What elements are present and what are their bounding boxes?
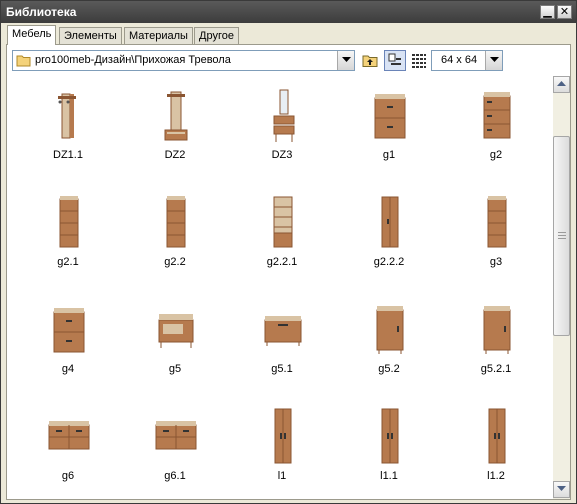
library-item[interactable]: g2 <box>446 76 546 176</box>
item-label: g1 <box>382 149 396 161</box>
library-window: Библиотека ▁ ✕ Мебель Элементы Материалы… <box>0 0 577 504</box>
thumbnail-size-combo[interactable]: 64 x 64 <box>431 50 503 71</box>
tall-drawer-chest-icon <box>48 193 90 253</box>
item-label: g2.2 <box>164 256 186 268</box>
item-label: g4 <box>61 363 75 375</box>
item-label: g3 <box>489 256 503 268</box>
item-label: l1.2 <box>487 470 505 482</box>
wide-dresser-icon <box>155 407 197 467</box>
toolbar: pro100meb-Дизайн\Прихожая Тревола 64 x 6… <box>7 45 570 75</box>
minimize-button[interactable]: ▁ <box>540 5 555 19</box>
shoe-bench-icon <box>155 300 197 360</box>
tall-wardrobe-icon <box>262 407 304 467</box>
items-grid: DZ1.1 DZ2 DZ3 g1 g2 g2.1 g2.2 g2.2.1 g2.… <box>8 76 553 498</box>
library-item[interactable]: g2.2.1 <box>232 183 332 283</box>
title-bar[interactable]: Библиотека ▁ ✕ <box>1 1 576 23</box>
low-cabinet-icon <box>262 300 304 360</box>
tab-materials[interactable]: Материалы <box>124 27 193 44</box>
window-title: Библиотека <box>6 5 77 19</box>
library-item[interactable]: l1.2 <box>446 397 546 497</box>
two-drawer-cabinet-icon <box>369 86 411 146</box>
item-label: g5.1 <box>271 363 293 375</box>
tab-other[interactable]: Другое <box>194 27 239 44</box>
arrow-down-icon <box>557 486 566 491</box>
item-label: g2.2.1 <box>266 256 298 268</box>
item-label: g6.1 <box>164 470 186 482</box>
up-folder-button[interactable] <box>359 50 381 71</box>
door-cabinet-icon <box>476 300 518 360</box>
hallway-hanger-icon <box>155 86 197 146</box>
item-label: g5.2 <box>378 363 400 375</box>
library-item[interactable]: g2.2.2 <box>339 183 439 283</box>
chevron-down-icon <box>341 57 351 62</box>
library-item[interactable]: g1 <box>339 76 439 176</box>
library-item[interactable]: g5.2 <box>339 290 439 390</box>
library-item[interactable]: g2.1 <box>18 183 118 283</box>
scroll-thumb[interactable] <box>553 136 570 336</box>
library-item[interactable]: g5.2.1 <box>446 290 546 390</box>
path-text: pro100meb-Дизайн\Прихожая Тревола <box>35 54 231 66</box>
view-icons-button[interactable] <box>384 50 406 71</box>
vertical-scrollbar[interactable] <box>553 76 570 499</box>
wide-dresser-icon <box>48 407 90 467</box>
item-label: DZ1.1 <box>53 149 83 161</box>
tab-elements[interactable]: Элементы <box>59 27 122 44</box>
library-item[interactable]: g5.1 <box>232 290 332 390</box>
two-drawer-cabinet-icon <box>48 300 90 360</box>
library-item[interactable]: g6 <box>18 397 118 497</box>
item-label: l1 <box>277 470 287 482</box>
arrow-up-icon <box>557 81 566 86</box>
large-icons-view-icon <box>388 53 401 65</box>
mirror-vanity-icon <box>262 86 304 146</box>
chevron-down-icon <box>489 57 499 62</box>
tall-drawer-chest-icon <box>476 193 518 253</box>
library-item[interactable]: g2.2 <box>125 183 225 283</box>
library-item[interactable]: g3 <box>446 183 546 283</box>
tall-wardrobe-icon <box>476 407 518 467</box>
library-item[interactable]: g6.1 <box>125 397 225 497</box>
wall-coat-rack-icon <box>48 86 90 146</box>
tall-wardrobe-icon <box>369 407 411 467</box>
item-label: g2.1 <box>57 256 79 268</box>
item-label: l1.1 <box>380 470 398 482</box>
tall-drawer-chest-icon <box>155 193 197 253</box>
open-shelf-unit-icon <box>262 193 304 253</box>
path-dropdown-arrow[interactable] <box>337 51 354 70</box>
view-list-button[interactable] <box>408 50 430 71</box>
item-label: DZ3 <box>271 149 293 161</box>
door-cabinet-icon <box>369 300 411 360</box>
item-label: g2.2.2 <box>373 256 405 268</box>
library-item[interactable]: l1 <box>232 397 332 497</box>
library-item[interactable]: DZ2 <box>125 76 225 176</box>
item-label: DZ2 <box>164 149 186 161</box>
library-item[interactable]: DZ1.1 <box>18 76 118 176</box>
library-panel: pro100meb-Дизайн\Прихожая Тревола 64 x 6… <box>6 44 571 500</box>
three-drawer-chest-icon <box>476 86 518 146</box>
library-item[interactable]: g4 <box>18 290 118 390</box>
scroll-up-button[interactable] <box>553 76 570 93</box>
thumbnail-size-value: 64 x 64 <box>441 54 478 66</box>
item-label: g6 <box>61 470 75 482</box>
up-folder-icon <box>362 55 378 67</box>
item-label: g2 <box>489 149 503 161</box>
library-item[interactable]: DZ3 <box>232 76 332 176</box>
path-combo[interactable]: pro100meb-Дизайн\Прихожая Тревола <box>12 50 355 71</box>
library-item[interactable]: l1.1 <box>339 397 439 497</box>
list-view-icon <box>412 54 426 68</box>
item-label: g5.2.1 <box>480 363 512 375</box>
size-dropdown-arrow[interactable] <box>485 51 502 70</box>
folder-icon <box>16 55 31 67</box>
item-label: g5 <box>168 363 182 375</box>
close-button[interactable]: ✕ <box>557 5 572 19</box>
tab-furniture[interactable]: Мебель <box>7 25 57 45</box>
narrow-cabinet-icon <box>369 193 411 253</box>
library-item[interactable]: g5 <box>125 290 225 390</box>
scroll-down-button[interactable] <box>553 481 570 498</box>
